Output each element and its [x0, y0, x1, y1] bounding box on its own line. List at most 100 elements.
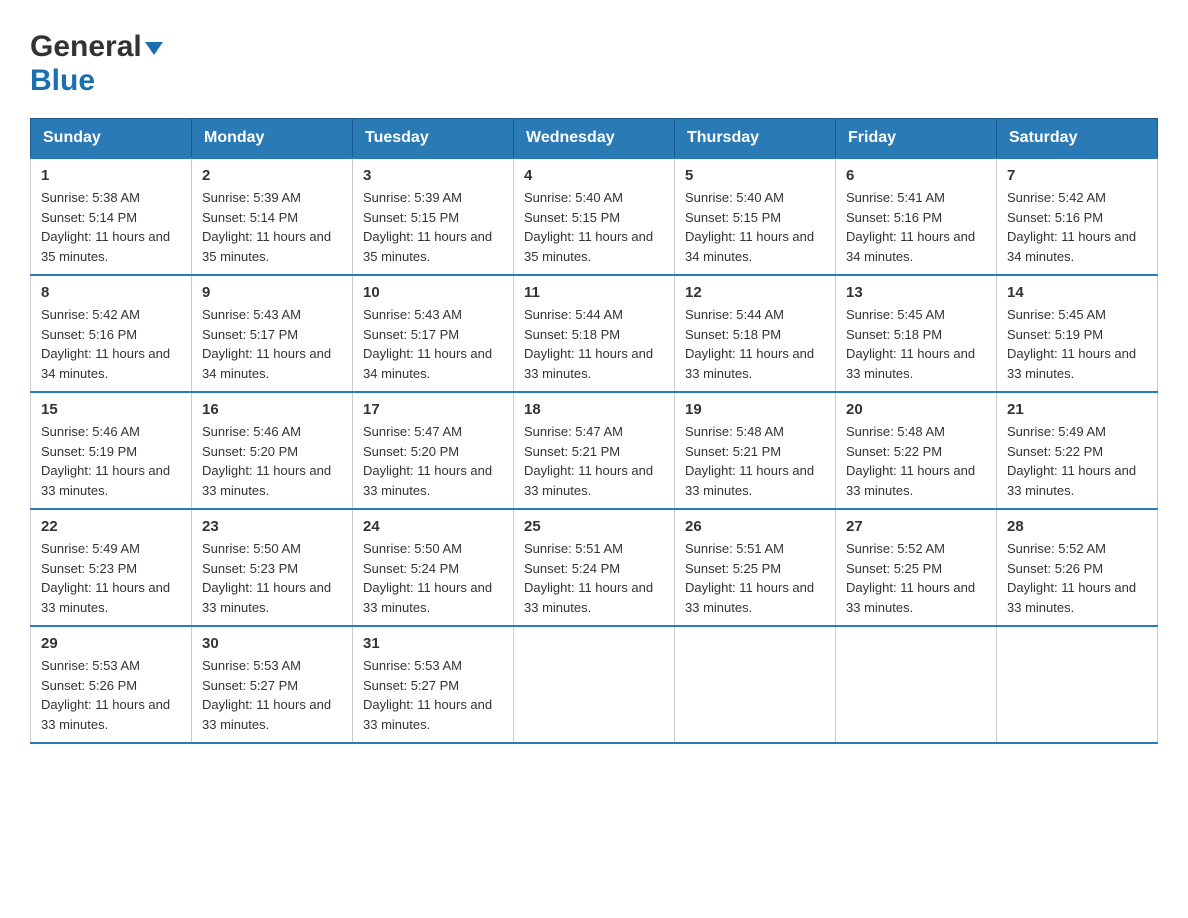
- sunset-label: Sunset: 5:24 PM: [524, 561, 620, 576]
- day-info: Sunrise: 5:50 AM Sunset: 5:24 PM Dayligh…: [363, 539, 503, 617]
- sunrise-label: Sunrise: 5:49 AM: [1007, 424, 1106, 439]
- calendar-cell: 7 Sunrise: 5:42 AM Sunset: 5:16 PM Dayli…: [997, 158, 1158, 275]
- calendar-week-row: 22 Sunrise: 5:49 AM Sunset: 5:23 PM Dayl…: [31, 509, 1158, 626]
- calendar-cell: 10 Sunrise: 5:43 AM Sunset: 5:17 PM Dayl…: [353, 275, 514, 392]
- calendar-cell: 24 Sunrise: 5:50 AM Sunset: 5:24 PM Dayl…: [353, 509, 514, 626]
- sunset-label: Sunset: 5:25 PM: [685, 561, 781, 576]
- day-number: 8: [41, 284, 181, 301]
- header-monday: Monday: [192, 119, 353, 159]
- sunrise-label: Sunrise: 5:45 AM: [1007, 307, 1106, 322]
- day-number: 18: [524, 401, 664, 418]
- sunset-label: Sunset: 5:17 PM: [363, 327, 459, 342]
- daylight-label: Daylight: 11 hours and 34 minutes.: [202, 346, 331, 381]
- daylight-label: Daylight: 11 hours and 34 minutes.: [363, 346, 492, 381]
- sunset-label: Sunset: 5:20 PM: [363, 444, 459, 459]
- day-number: 9: [202, 284, 342, 301]
- day-number: 16: [202, 401, 342, 418]
- sunset-label: Sunset: 5:25 PM: [846, 561, 942, 576]
- calendar-cell: 17 Sunrise: 5:47 AM Sunset: 5:20 PM Dayl…: [353, 392, 514, 509]
- daylight-label: Daylight: 11 hours and 33 minutes.: [202, 463, 331, 498]
- calendar-cell: 28 Sunrise: 5:52 AM Sunset: 5:26 PM Dayl…: [997, 509, 1158, 626]
- daylight-label: Daylight: 11 hours and 35 minutes.: [363, 229, 492, 264]
- daylight-label: Daylight: 11 hours and 33 minutes.: [41, 697, 170, 732]
- day-info: Sunrise: 5:49 AM Sunset: 5:23 PM Dayligh…: [41, 539, 181, 617]
- sunrise-label: Sunrise: 5:47 AM: [363, 424, 462, 439]
- sunrise-label: Sunrise: 5:50 AM: [202, 541, 301, 556]
- sunset-label: Sunset: 5:24 PM: [363, 561, 459, 576]
- calendar-cell: 4 Sunrise: 5:40 AM Sunset: 5:15 PM Dayli…: [514, 158, 675, 275]
- sunrise-label: Sunrise: 5:53 AM: [363, 658, 462, 673]
- sunrise-label: Sunrise: 5:42 AM: [1007, 190, 1106, 205]
- sunrise-label: Sunrise: 5:44 AM: [524, 307, 623, 322]
- sunrise-label: Sunrise: 5:45 AM: [846, 307, 945, 322]
- day-number: 24: [363, 518, 503, 535]
- day-number: 27: [846, 518, 986, 535]
- day-info: Sunrise: 5:47 AM Sunset: 5:21 PM Dayligh…: [524, 422, 664, 500]
- calendar-cell: 23 Sunrise: 5:50 AM Sunset: 5:23 PM Dayl…: [192, 509, 353, 626]
- calendar-cell: 5 Sunrise: 5:40 AM Sunset: 5:15 PM Dayli…: [675, 158, 836, 275]
- daylight-label: Daylight: 11 hours and 33 minutes.: [41, 463, 170, 498]
- sunrise-label: Sunrise: 5:40 AM: [685, 190, 784, 205]
- calendar-cell: 25 Sunrise: 5:51 AM Sunset: 5:24 PM Dayl…: [514, 509, 675, 626]
- calendar-cell: 2 Sunrise: 5:39 AM Sunset: 5:14 PM Dayli…: [192, 158, 353, 275]
- day-info: Sunrise: 5:52 AM Sunset: 5:25 PM Dayligh…: [846, 539, 986, 617]
- sunset-label: Sunset: 5:18 PM: [846, 327, 942, 342]
- daylight-label: Daylight: 11 hours and 33 minutes.: [202, 697, 331, 732]
- logo-blue-text: Blue: [30, 64, 95, 97]
- header-saturday: Saturday: [997, 119, 1158, 159]
- sunset-label: Sunset: 5:14 PM: [41, 210, 137, 225]
- daylight-label: Daylight: 11 hours and 33 minutes.: [524, 346, 653, 381]
- daylight-label: Daylight: 11 hours and 33 minutes.: [524, 463, 653, 498]
- daylight-label: Daylight: 11 hours and 33 minutes.: [846, 580, 975, 615]
- sunset-label: Sunset: 5:21 PM: [685, 444, 781, 459]
- sunset-label: Sunset: 5:27 PM: [363, 678, 459, 693]
- sunset-label: Sunset: 5:19 PM: [41, 444, 137, 459]
- day-info: Sunrise: 5:53 AM Sunset: 5:27 PM Dayligh…: [363, 656, 503, 734]
- day-number: 25: [524, 518, 664, 535]
- sunrise-label: Sunrise: 5:47 AM: [524, 424, 623, 439]
- calendar-cell: [675, 626, 836, 743]
- day-number: 17: [363, 401, 503, 418]
- day-info: Sunrise: 5:39 AM Sunset: 5:14 PM Dayligh…: [202, 188, 342, 266]
- page-header: General Blue: [30, 20, 1158, 98]
- daylight-label: Daylight: 11 hours and 33 minutes.: [685, 463, 814, 498]
- day-info: Sunrise: 5:44 AM Sunset: 5:18 PM Dayligh…: [524, 305, 664, 383]
- sunset-label: Sunset: 5:18 PM: [524, 327, 620, 342]
- sunset-label: Sunset: 5:18 PM: [685, 327, 781, 342]
- daylight-label: Daylight: 11 hours and 33 minutes.: [685, 580, 814, 615]
- day-number: 7: [1007, 167, 1147, 184]
- sunset-label: Sunset: 5:16 PM: [846, 210, 942, 225]
- day-number: 10: [363, 284, 503, 301]
- sunset-label: Sunset: 5:22 PM: [1007, 444, 1103, 459]
- calendar-week-row: 15 Sunrise: 5:46 AM Sunset: 5:19 PM Dayl…: [31, 392, 1158, 509]
- day-number: 11: [524, 284, 664, 301]
- sunrise-label: Sunrise: 5:46 AM: [41, 424, 140, 439]
- header-wednesday: Wednesday: [514, 119, 675, 159]
- daylight-label: Daylight: 11 hours and 33 minutes.: [524, 580, 653, 615]
- day-info: Sunrise: 5:48 AM Sunset: 5:21 PM Dayligh…: [685, 422, 825, 500]
- calendar-cell: 11 Sunrise: 5:44 AM Sunset: 5:18 PM Dayl…: [514, 275, 675, 392]
- sunrise-label: Sunrise: 5:50 AM: [363, 541, 462, 556]
- sunset-label: Sunset: 5:27 PM: [202, 678, 298, 693]
- day-number: 22: [41, 518, 181, 535]
- day-number: 14: [1007, 284, 1147, 301]
- calendar-week-row: 29 Sunrise: 5:53 AM Sunset: 5:26 PM Dayl…: [31, 626, 1158, 743]
- day-number: 26: [685, 518, 825, 535]
- day-info: Sunrise: 5:53 AM Sunset: 5:26 PM Dayligh…: [41, 656, 181, 734]
- day-info: Sunrise: 5:50 AM Sunset: 5:23 PM Dayligh…: [202, 539, 342, 617]
- sunset-label: Sunset: 5:26 PM: [1007, 561, 1103, 576]
- calendar-cell: 22 Sunrise: 5:49 AM Sunset: 5:23 PM Dayl…: [31, 509, 192, 626]
- calendar-cell: 26 Sunrise: 5:51 AM Sunset: 5:25 PM Dayl…: [675, 509, 836, 626]
- day-info: Sunrise: 5:42 AM Sunset: 5:16 PM Dayligh…: [41, 305, 181, 383]
- sunrise-label: Sunrise: 5:42 AM: [41, 307, 140, 322]
- day-info: Sunrise: 5:41 AM Sunset: 5:16 PM Dayligh…: [846, 188, 986, 266]
- sunrise-label: Sunrise: 5:53 AM: [202, 658, 301, 673]
- day-number: 1: [41, 167, 181, 184]
- day-number: 4: [524, 167, 664, 184]
- sunset-label: Sunset: 5:20 PM: [202, 444, 298, 459]
- calendar-cell: [514, 626, 675, 743]
- calendar-cell: [997, 626, 1158, 743]
- day-number: 30: [202, 635, 342, 652]
- day-info: Sunrise: 5:39 AM Sunset: 5:15 PM Dayligh…: [363, 188, 503, 266]
- day-number: 29: [41, 635, 181, 652]
